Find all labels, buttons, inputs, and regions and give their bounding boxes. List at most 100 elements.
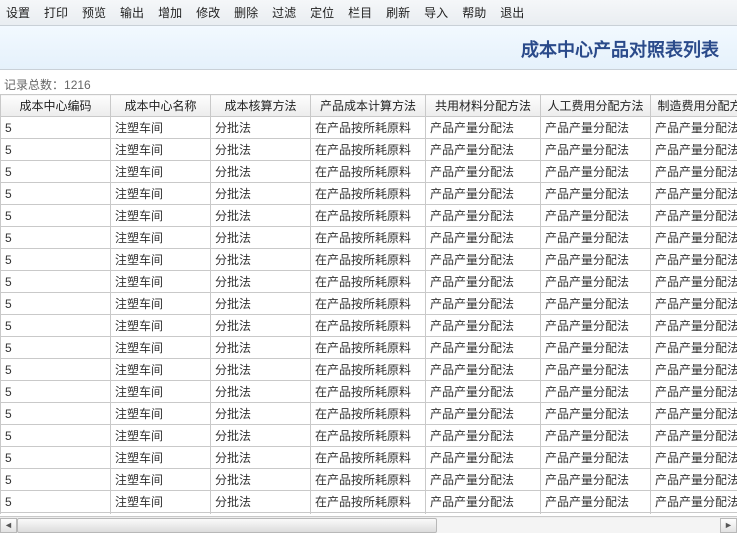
cell: 产品产量分配法 <box>426 403 541 425</box>
toolbar-delete[interactable]: 删除 <box>234 4 258 21</box>
cell: 产品产量分配法 <box>426 293 541 315</box>
cell: 5 <box>1 205 111 227</box>
scroll-left-button[interactable]: ◄ <box>0 518 17 533</box>
cell: 产品产量分配法 <box>651 447 737 469</box>
cell: 5 <box>1 315 111 337</box>
table-row[interactable]: 5注塑车间分批法在产品按所耗原料产品产量分配法产品产量分配法产品产量分配法 <box>1 205 737 227</box>
table-row[interactable]: 5注塑车间分批法在产品按所耗原料产品产量分配法产品产量分配法产品产量分配法 <box>1 425 737 447</box>
cell: 产品产量分配法 <box>541 161 651 183</box>
cell: 在产品按所耗原料 <box>311 205 426 227</box>
cell: 分批法 <box>211 447 311 469</box>
toolbar-edit[interactable]: 修改 <box>196 4 220 21</box>
table-row[interactable]: 5注塑车间分批法在产品按所耗原料产品产量分配法产品产量分配法产品产量分配法 <box>1 293 737 315</box>
table-row[interactable]: 5注塑车间分批法在产品按所耗原料产品产量分配法产品产量分配法产品产量分配法 <box>1 227 737 249</box>
cell: 注塑车间 <box>111 227 211 249</box>
cell: 注塑车间 <box>111 337 211 359</box>
cell: 产品产量分配法 <box>651 491 737 513</box>
scroll-thumb[interactable] <box>17 518 437 533</box>
toolbar-output[interactable]: 输出 <box>120 4 144 21</box>
cell: 产品产量分配法 <box>426 359 541 381</box>
cell: 在产品按所耗原料 <box>311 249 426 271</box>
column-header[interactable]: 人工费用分配方法 <box>541 95 651 117</box>
table-row[interactable]: 5注塑车间分批法在产品按所耗原料产品产量分配法产品产量分配法产品产量分配法 <box>1 403 737 425</box>
toolbar-preview[interactable]: 预览 <box>82 4 106 21</box>
cell: 产品产量分配法 <box>426 117 541 139</box>
table-row[interactable]: 5注塑车间分批法在产品按所耗原料产品产量分配法产品产量分配法产品产量分配法 <box>1 183 737 205</box>
cell: 产品产量分配法 <box>426 513 541 515</box>
table-row[interactable]: 5注塑车间分批法在产品按所耗原料产品产量分配法产品产量分配法产品产量分配法 <box>1 491 737 513</box>
cell: 注塑车间 <box>111 183 211 205</box>
cell: 产品产量分配法 <box>541 117 651 139</box>
page-banner: 成本中心产品对照表列表 <box>0 26 737 70</box>
cell: 分批法 <box>211 491 311 513</box>
page-title: 成本中心产品对照表列表 <box>521 40 719 60</box>
data-grid[interactable]: 成本中心编码成本中心名称成本核算方法产品成本计算方法共用材料分配方法人工费用分配… <box>0 94 737 514</box>
toolbar-refresh[interactable]: 刷新 <box>386 4 410 21</box>
cell: 分批法 <box>211 293 311 315</box>
table-row[interactable]: 5注塑车间分批法在产品按所耗原料产品产量分配法产品产量分配法产品产量分配法 <box>1 117 737 139</box>
cell: 在产品按所耗原料 <box>311 469 426 491</box>
cell: 注塑车间 <box>111 513 211 515</box>
toolbar-columns[interactable]: 栏目 <box>348 4 372 21</box>
column-header[interactable]: 制造费用分配方法 <box>651 95 737 117</box>
cell: 产品产量分配法 <box>651 469 737 491</box>
table-row[interactable]: 5注塑车间分批法在产品按所耗原料产品产量分配法产品产量分配法产品产量分配法 <box>1 315 737 337</box>
table-row[interactable]: 5注塑车间分批法在产品按所耗原料产品产量分配法产品产量分配法产品产量分配法 <box>1 469 737 491</box>
cell: 在产品按所耗原料 <box>311 491 426 513</box>
cell: 产品产量分配法 <box>541 337 651 359</box>
toolbar-settings[interactable]: 设置 <box>6 4 30 21</box>
toolbar-filter[interactable]: 过滤 <box>272 4 296 21</box>
toolbar: 设置打印预览输出增加修改删除过滤定位栏目刷新导入帮助退出 <box>0 0 737 26</box>
table-row[interactable]: 5注塑车间分批法在产品按所耗原料产品产量分配法产品产量分配法产品产量分配法 <box>1 359 737 381</box>
table-row[interactable]: 5注塑车间分批法在产品按所耗原料产品产量分配法产品产量分配法产品产量分配法 <box>1 139 737 161</box>
column-header[interactable]: 成本核算方法 <box>211 95 311 117</box>
column-header[interactable]: 共用材料分配方法 <box>426 95 541 117</box>
table-row[interactable]: 5注塑车间分批法在产品按所耗原料产品产量分配法产品产量分配法产品产量分配法 <box>1 447 737 469</box>
cell: 注塑车间 <box>111 271 211 293</box>
toolbar-help[interactable]: 帮助 <box>462 4 486 21</box>
cell: 产品产量分配法 <box>541 425 651 447</box>
cell: 注塑车间 <box>111 403 211 425</box>
cell: 产品产量分配法 <box>541 513 651 515</box>
table-row[interactable]: 5注塑车间分批法在产品按所耗原料产品产量分配法产品产量分配法产品产量分配法 <box>1 513 737 515</box>
cell: 注塑车间 <box>111 425 211 447</box>
cell: 产品产量分配法 <box>426 139 541 161</box>
cell: 5 <box>1 491 111 513</box>
cell: 产品产量分配法 <box>651 139 737 161</box>
cell: 注塑车间 <box>111 117 211 139</box>
table-row[interactable]: 5注塑车间分批法在产品按所耗原料产品产量分配法产品产量分配法产品产量分配法 <box>1 381 737 403</box>
toolbar-locate[interactable]: 定位 <box>310 4 334 21</box>
cell: 产品产量分配法 <box>651 183 737 205</box>
cell: 注塑车间 <box>111 447 211 469</box>
cell: 产品产量分配法 <box>651 359 737 381</box>
cell: 5 <box>1 293 111 315</box>
column-header[interactable]: 产品成本计算方法 <box>311 95 426 117</box>
cell: 分批法 <box>211 403 311 425</box>
scroll-track[interactable] <box>17 518 720 533</box>
horizontal-scrollbar[interactable]: ◄ ► <box>0 516 737 533</box>
cell: 产品产量分配法 <box>541 249 651 271</box>
scroll-right-button[interactable]: ► <box>720 518 737 533</box>
table-row[interactable]: 5注塑车间分批法在产品按所耗原料产品产量分配法产品产量分配法产品产量分配法 <box>1 161 737 183</box>
toolbar-add[interactable]: 增加 <box>158 4 182 21</box>
cell: 产品产量分配法 <box>541 183 651 205</box>
record-count-label: 记录总数： <box>4 78 64 92</box>
cell: 产品产量分配法 <box>426 447 541 469</box>
cell: 分批法 <box>211 513 311 515</box>
cell: 5 <box>1 139 111 161</box>
toolbar-print[interactable]: 打印 <box>44 4 68 21</box>
column-header[interactable]: 成本中心名称 <box>111 95 211 117</box>
cell: 产品产量分配法 <box>426 381 541 403</box>
table-row[interactable]: 5注塑车间分批法在产品按所耗原料产品产量分配法产品产量分配法产品产量分配法 <box>1 337 737 359</box>
cell: 产品产量分配法 <box>541 205 651 227</box>
cell: 分批法 <box>211 359 311 381</box>
cell: 产品产量分配法 <box>426 271 541 293</box>
table-row[interactable]: 5注塑车间分批法在产品按所耗原料产品产量分配法产品产量分配法产品产量分配法 <box>1 249 737 271</box>
cell: 在产品按所耗原料 <box>311 513 426 515</box>
table-row[interactable]: 5注塑车间分批法在产品按所耗原料产品产量分配法产品产量分配法产品产量分配法 <box>1 271 737 293</box>
cell: 产品产量分配法 <box>426 205 541 227</box>
toolbar-import[interactable]: 导入 <box>424 4 448 21</box>
column-header[interactable]: 成本中心编码 <box>1 95 111 117</box>
toolbar-exit[interactable]: 退出 <box>500 4 524 21</box>
cell: 产品产量分配法 <box>541 381 651 403</box>
